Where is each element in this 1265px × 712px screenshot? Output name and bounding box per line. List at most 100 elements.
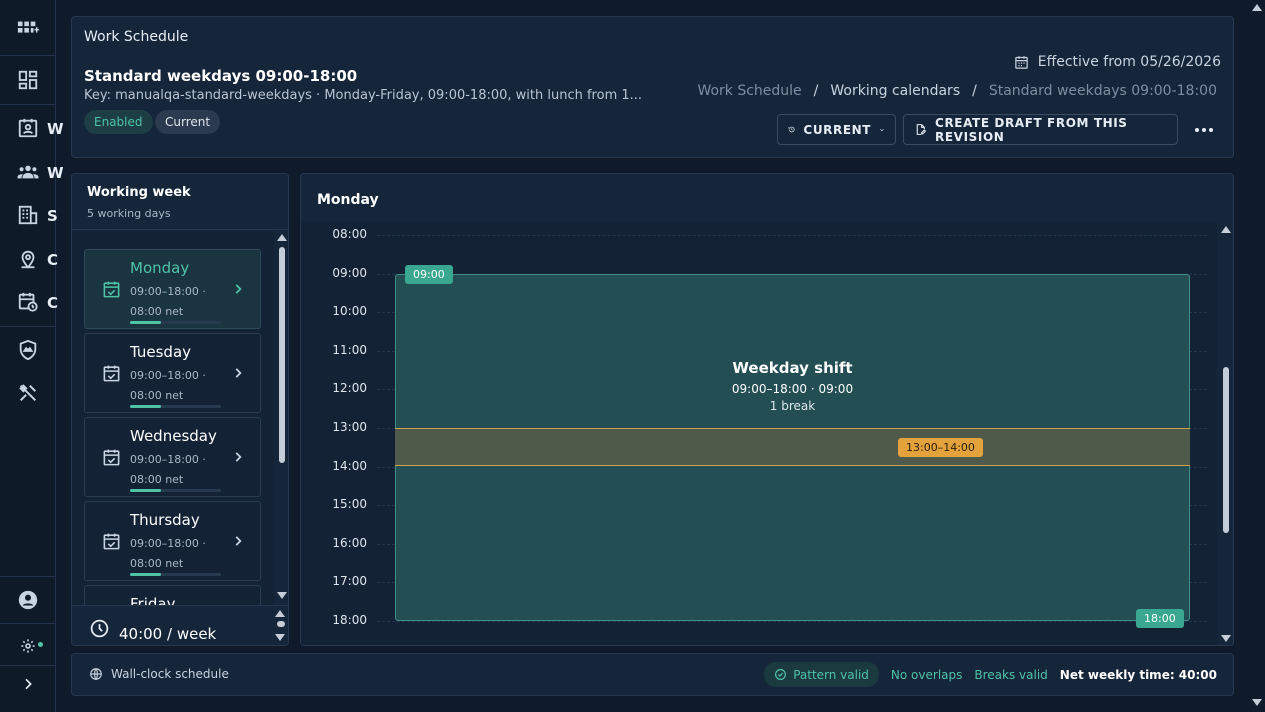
effective-label: Effective from 05/26/2026 bbox=[1037, 54, 1221, 70]
shift-break-count: 1 break bbox=[769, 399, 816, 413]
breaks-valid-label: Breaks valid bbox=[974, 667, 1048, 682]
no-overlaps-label: No overlaps bbox=[890, 667, 963, 682]
hour-label: 17:00 bbox=[332, 574, 367, 589]
scroll-thumb-mini[interactable] bbox=[277, 621, 285, 629]
sidebar: W W S C C bbox=[0, 0, 64, 712]
shift-title: Weekday shift bbox=[732, 359, 853, 377]
clock-icon bbox=[90, 619, 109, 638]
working-week-title: Working week bbox=[87, 185, 191, 200]
hour-label: 12:00 bbox=[332, 381, 367, 396]
day-list: Monday 09:00–18:00 · 08:00 net Tuesday 09… bbox=[72, 231, 274, 605]
chevron-right-icon[interactable] bbox=[0, 664, 56, 704]
tools-icon[interactable] bbox=[0, 373, 56, 413]
scroll-down-arrow-icon[interactable] bbox=[1252, 699, 1262, 706]
sidebar-item-label: W bbox=[47, 164, 64, 182]
hour-label: 13:00 bbox=[332, 420, 367, 434]
calendar-check-icon bbox=[103, 449, 120, 466]
page-scrollbar[interactable] bbox=[1248, 0, 1265, 712]
chevron-right-icon bbox=[235, 536, 242, 546]
calendar-icon bbox=[1014, 55, 1028, 69]
account-icon[interactable] bbox=[0, 580, 56, 620]
hour-label: 15:00 bbox=[332, 497, 367, 512]
apps-grid-plus-icon[interactable] bbox=[0, 8, 56, 48]
globe-icon bbox=[90, 668, 102, 680]
scrollbar-thumb[interactable] bbox=[1223, 367, 1229, 533]
day-hours: 09:00–18:00 · 08:00 net bbox=[130, 369, 206, 402]
shift-end-tag: 18:00 bbox=[1136, 609, 1184, 628]
status-badge-current: Current bbox=[155, 110, 221, 134]
schedule-key: Key: manualqa-standard-weekdays · Monday… bbox=[84, 88, 643, 103]
status-dot bbox=[38, 642, 43, 647]
break-time-tag: 13:00–14:00 bbox=[898, 438, 983, 457]
break-block[interactable] bbox=[395, 428, 1190, 466]
scroll-up-arrow-icon[interactable] bbox=[1221, 226, 1231, 233]
chevron-right-icon bbox=[235, 284, 242, 294]
weekly-total-value: 40:00 / week bbox=[119, 625, 217, 643]
day-item-friday[interactable]: Friday bbox=[84, 585, 261, 605]
hour-label: 11:00 bbox=[332, 342, 367, 357]
pattern-valid-label: Pattern valid bbox=[793, 667, 869, 682]
breadcrumb-work-schedule[interactable]: Work Schedule bbox=[697, 83, 801, 99]
day-view-title: Monday bbox=[317, 192, 379, 208]
hour-label: 08:00 bbox=[332, 227, 367, 241]
hour-label: 14:00 bbox=[332, 458, 367, 473]
calendar-check-icon bbox=[103, 533, 120, 550]
net-hours-bar bbox=[130, 405, 221, 408]
hour-gridline bbox=[377, 235, 1207, 236]
day-item-tuesday[interactable]: Tuesday 09:00–18:00 · 08:00 net bbox=[84, 333, 261, 413]
chevron-right-icon bbox=[235, 368, 242, 378]
chevron-down-icon bbox=[880, 128, 884, 131]
breadcrumb-current-page: Standard weekdays 09:00-18:00 bbox=[988, 83, 1217, 99]
net-hours-bar bbox=[130, 489, 221, 492]
day-item-wednesday[interactable]: Wednesday 09:00–18:00 · 08:00 net bbox=[84, 417, 261, 497]
shift-start-tag: 09:00 bbox=[405, 265, 453, 284]
day-name: Tuesday bbox=[130, 343, 192, 361]
weekly-total: 40:00 / week bbox=[72, 605, 288, 645]
check-circle-icon bbox=[775, 669, 787, 680]
calendar-check-icon bbox=[103, 281, 120, 298]
day-view-panel: Monday 18:00 17:00 16:00 15:00 14:00 13:00 12:… bbox=[300, 173, 1234, 646]
timeline-scrollbar[interactable] bbox=[1218, 222, 1233, 645]
day-item-monday[interactable]: Monday 09:00–18:00 · 08:00 net bbox=[84, 249, 261, 329]
hour-label: 09:00 bbox=[332, 265, 367, 280]
day-name: Thursday bbox=[130, 511, 200, 529]
scroll-up-arrow-icon[interactable] bbox=[1252, 4, 1262, 11]
settings-icon[interactable] bbox=[0, 626, 56, 666]
day-list-scrollbar[interactable] bbox=[274, 231, 288, 603]
scroll-down-arrow-icon[interactable] bbox=[277, 592, 287, 599]
day-hours: 09:00–18:00 · 08:00 net bbox=[130, 285, 206, 318]
pattern-valid-badge: Pattern valid bbox=[764, 662, 879, 687]
day-name: Monday bbox=[130, 259, 190, 277]
effective-date: Effective from 05/26/2026 bbox=[1014, 54, 1221, 70]
scrollbar-thumb[interactable] bbox=[279, 247, 285, 463]
document-edit-icon bbox=[916, 124, 927, 135]
hour-label: 18:00 bbox=[332, 613, 367, 627]
dashboard-icon[interactable] bbox=[0, 60, 56, 100]
sidebar-item-label: C bbox=[47, 251, 59, 269]
net-weekly-time: Net weekly time: 40:00 bbox=[1059, 667, 1217, 682]
day-name: Wednesday bbox=[130, 427, 217, 445]
schedule-header: Work Schedule Standard weekdays 09:00-18… bbox=[71, 16, 1234, 158]
net-hours-bar bbox=[130, 321, 221, 324]
scroll-up-arrow-icon[interactable] bbox=[277, 234, 287, 241]
day-hours: 09:00–18:00 · 08:00 net bbox=[130, 537, 206, 570]
scroll-down-arrow-icon[interactable] bbox=[275, 634, 285, 641]
scroll-down-arrow-icon[interactable] bbox=[1221, 635, 1231, 642]
revision-select-button[interactable]: CURRENT bbox=[777, 114, 896, 145]
shift-time: 09:00–18:00 · 09:00 bbox=[731, 382, 854, 396]
scroll-up-arrow-icon[interactable] bbox=[275, 610, 285, 617]
working-week-header: Working week 5 working days bbox=[72, 174, 288, 230]
breadcrumb-working-calendars[interactable]: Working calendars bbox=[830, 83, 960, 99]
history-icon bbox=[788, 126, 795, 133]
status-badge-enabled: Enabled bbox=[84, 110, 153, 134]
more-options-icon[interactable] bbox=[1192, 121, 1216, 139]
sidebar-item-label: S bbox=[47, 207, 58, 225]
create-draft-label: CREATE DRAFT FROM THIS REVISION bbox=[935, 115, 1128, 144]
shield-icon[interactable] bbox=[0, 330, 56, 370]
create-draft-button[interactable]: CREATE DRAFT FROM THIS REVISION bbox=[903, 114, 1178, 145]
net-hours-bar bbox=[130, 573, 221, 576]
validation-summary: Pattern valid No overlaps Breaks valid N… bbox=[764, 662, 1217, 687]
sidebar-item-label: W bbox=[47, 120, 64, 138]
day-item-thursday[interactable]: Thursday 09:00–18:00 · 08:00 net bbox=[84, 501, 261, 581]
breadcrumb-separator: / bbox=[813, 83, 819, 99]
